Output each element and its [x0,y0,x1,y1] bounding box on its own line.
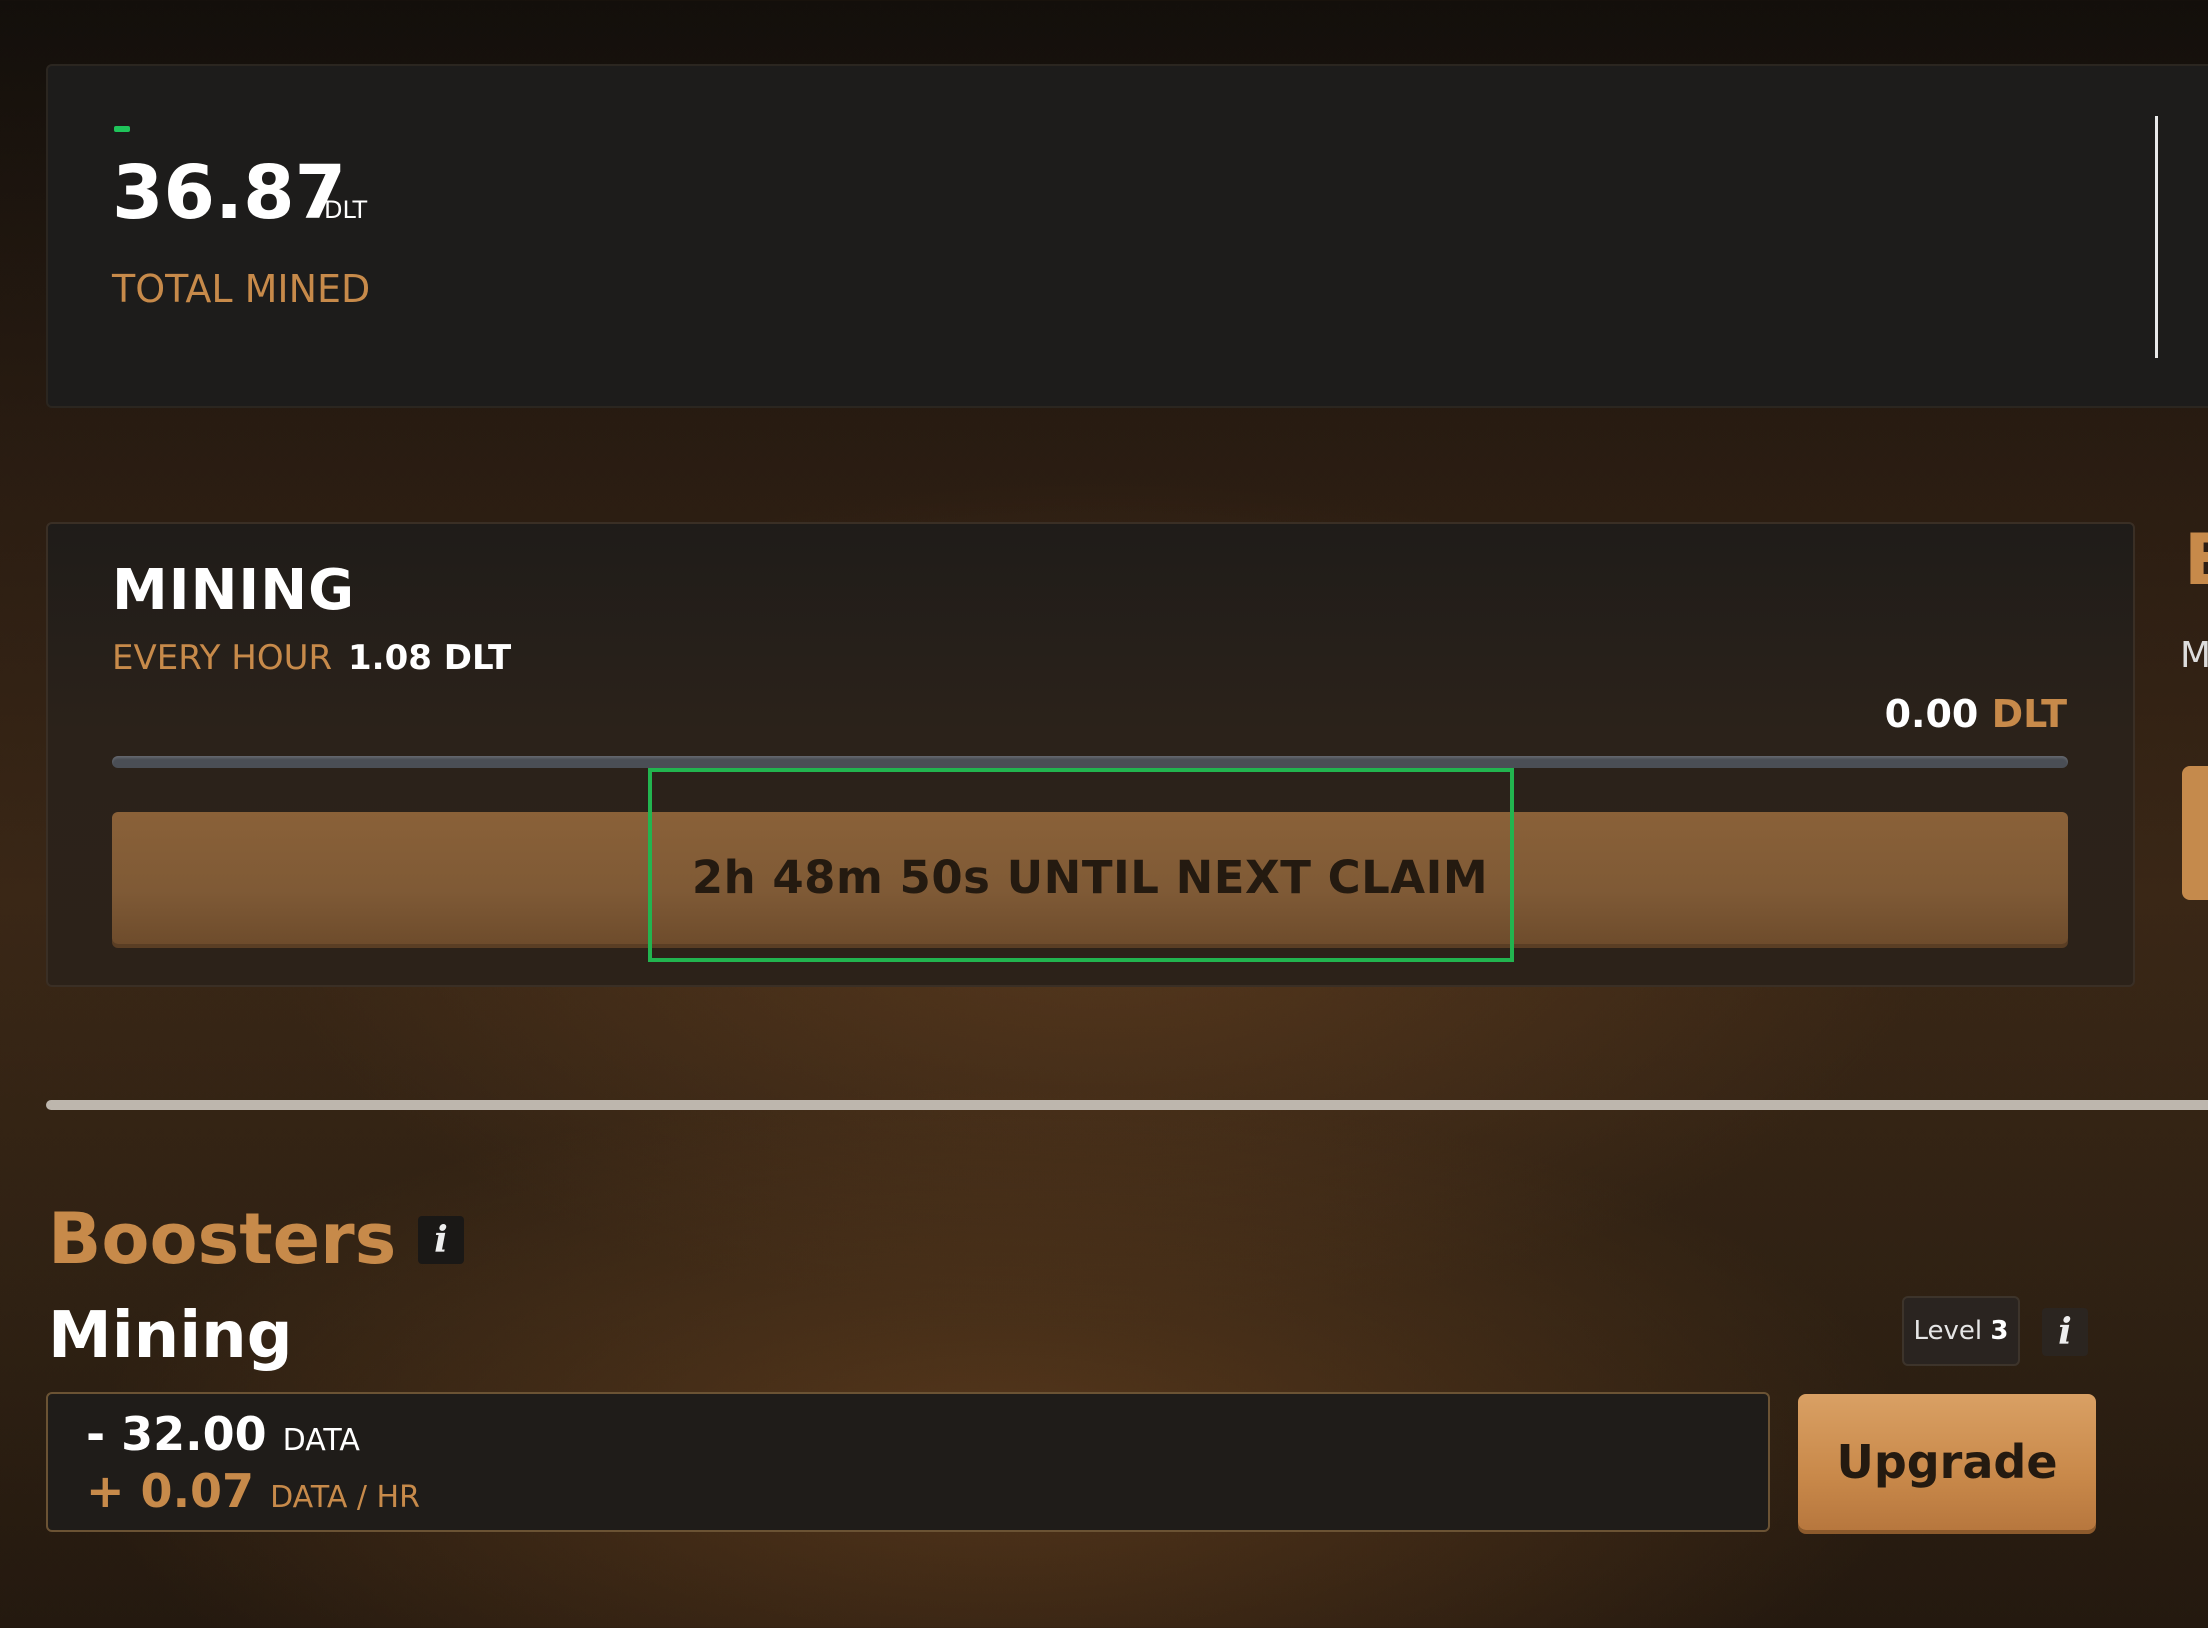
booster-gain-unit: DATA / HR [270,1480,420,1515]
section-divider [46,1100,2208,1110]
booster-cost-value: - 32.00 [86,1407,267,1461]
total-mined-card [46,64,2208,408]
right-panel-title-fragment: E [2184,519,2208,601]
progress-amount-value: 0.00 [1884,692,1979,736]
mining-rate-label: EVERY HOUR [112,638,333,678]
booster-cost-unit: DATA [282,1423,360,1458]
vertical-divider [2155,116,2158,358]
right-panel-button[interactable] [2182,766,2208,900]
level-badge: Level 3 [1902,1296,2020,1366]
mining-progress-bar [112,756,2068,768]
level-label: Level [1913,1316,1983,1346]
level-info-icon[interactable]: i [2042,1308,2088,1356]
upgrade-button[interactable]: Upgrade [1798,1394,2096,1530]
upgrade-button-label: Upgrade [1836,1435,2058,1489]
booster-gain: + 0.07 DATA / HR [86,1462,420,1527]
status-indicator [114,126,130,132]
total-mined-unit: DLT [324,196,368,224]
booster-mining-title: Mining [48,1299,293,1373]
mining-title: MINING [112,558,356,623]
boosters-info-icon[interactable]: i [418,1216,464,1264]
progress-amount-unit: DLT [1991,692,2067,736]
mining-progress-amount: 0.00 DLT [1885,690,2067,738]
mining-rate-value: 1.08 DLT [348,638,512,678]
booster-gain-value: + 0.07 [86,1464,255,1518]
total-mined-value: 36.87 [112,150,347,236]
total-mined-label: TOTAL MINED [112,267,371,311]
boosters-title: Boosters [48,1198,397,1280]
level-value: 3 [1990,1316,2009,1346]
right-panel-subtitle-fragment: M [2180,635,2208,676]
highlight-box [648,768,1514,962]
booster-cost: - 32.00 DATA [86,1406,360,1469]
